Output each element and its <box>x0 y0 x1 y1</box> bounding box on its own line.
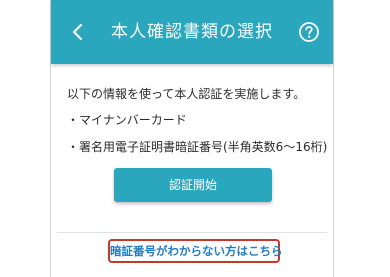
help-button[interactable] <box>298 21 320 43</box>
document-item-mynumber-card: ・マイナンバーカード <box>67 113 187 127</box>
page: 本人確認書類の選択 以下の情報を使って本人認証を実施します。 ・マイナンバーカー… <box>0 0 390 277</box>
intro-text: 以下の情報を使って本人認証を実施します。 <box>67 87 306 101</box>
chevron-left-icon <box>65 19 91 45</box>
document-item-signature-pin: ・署名用電子証明書暗証番号(半角英数6〜16桁) <box>67 140 328 154</box>
content-area: 以下の情報を使って本人認証を実施します。 ・マイナンバーカード ・署名用電子証明… <box>67 86 328 166</box>
app-screen: 本人確認書類の選択 以下の情報を使って本人認証を実施します。 ・マイナンバーカー… <box>50 0 334 277</box>
document-list: ・マイナンバーカード ・署名用電子証明書暗証番号(半角英数6〜16桁) <box>67 112 328 155</box>
divider <box>57 232 327 233</box>
back-button[interactable] <box>65 19 91 45</box>
page-title: 本人確認書類の選択 <box>111 22 273 42</box>
question-circle-icon <box>298 21 320 43</box>
app-header: 本人確認書類の選択 <box>51 0 333 64</box>
start-authentication-button[interactable]: 認証開始 <box>114 168 272 202</box>
forgot-pin-link[interactable]: 暗証番号がわからない方はこちら <box>108 239 283 263</box>
